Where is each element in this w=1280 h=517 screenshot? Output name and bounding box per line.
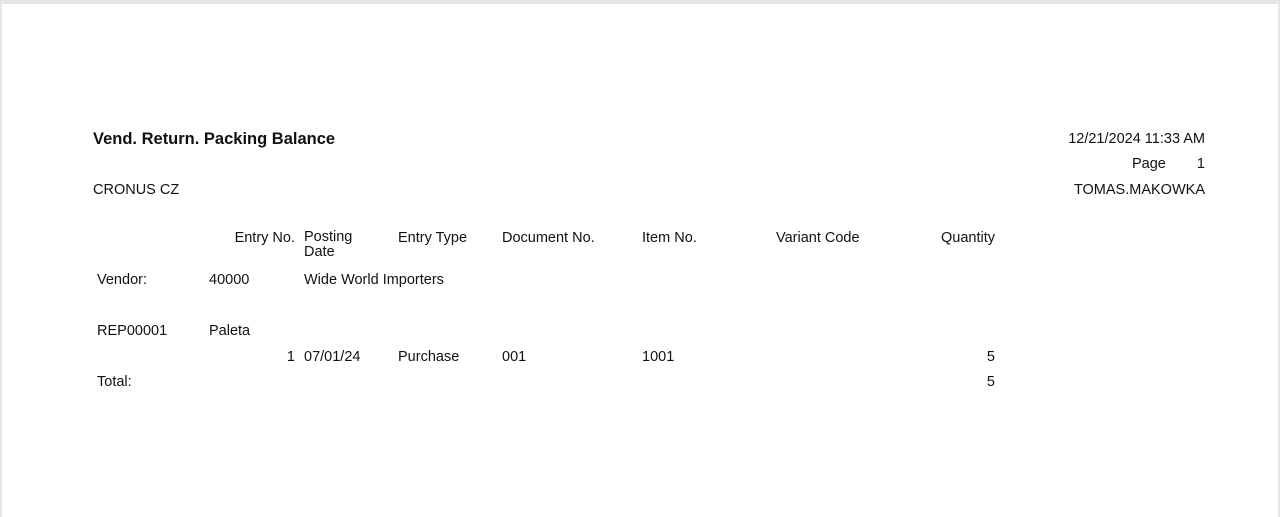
column-header-variant-code: Variant Code	[776, 230, 860, 246]
vendor-label: Vendor:	[97, 272, 147, 288]
column-header-quantity: Quantity	[941, 230, 995, 246]
row-quantity: 5	[986, 349, 995, 365]
group-description: Paleta	[209, 323, 251, 339]
group-code: REP00001	[97, 323, 168, 339]
total-label: Total:	[97, 374, 132, 390]
report-page: Vend. Return. Packing Balance 12/21/2024…	[2, 4, 1278, 517]
company-name: CRONUS CZ	[93, 182, 180, 198]
report-datetime: 12/21/2024 11:33 AM	[1068, 131, 1205, 147]
total-quantity: 5	[986, 374, 995, 390]
column-header-entry-no: Entry No.	[234, 230, 295, 246]
column-header-posting-date: Posting Date	[304, 229, 353, 260]
user-id: TOMAS.MAKOWKA	[1073, 182, 1205, 198]
page-label: Page	[1132, 156, 1166, 172]
report-title: Vend. Return. Packing Balance	[93, 130, 336, 148]
row-entry-no: 1	[286, 349, 295, 365]
row-item-no: 1001	[642, 349, 675, 365]
row-entry-type: Purchase	[398, 349, 460, 365]
row-posting-date: 07/01/24	[304, 349, 361, 365]
page-number: 1	[1196, 156, 1205, 172]
column-header-document-no: Document No.	[502, 230, 595, 246]
vendor-number: 40000	[209, 272, 250, 288]
vendor-name: Wide World Importers	[304, 272, 444, 288]
column-header-entry-type: Entry Type	[398, 230, 468, 246]
column-header-item-no: Item No.	[642, 230, 697, 246]
row-document-no: 001	[502, 349, 527, 365]
